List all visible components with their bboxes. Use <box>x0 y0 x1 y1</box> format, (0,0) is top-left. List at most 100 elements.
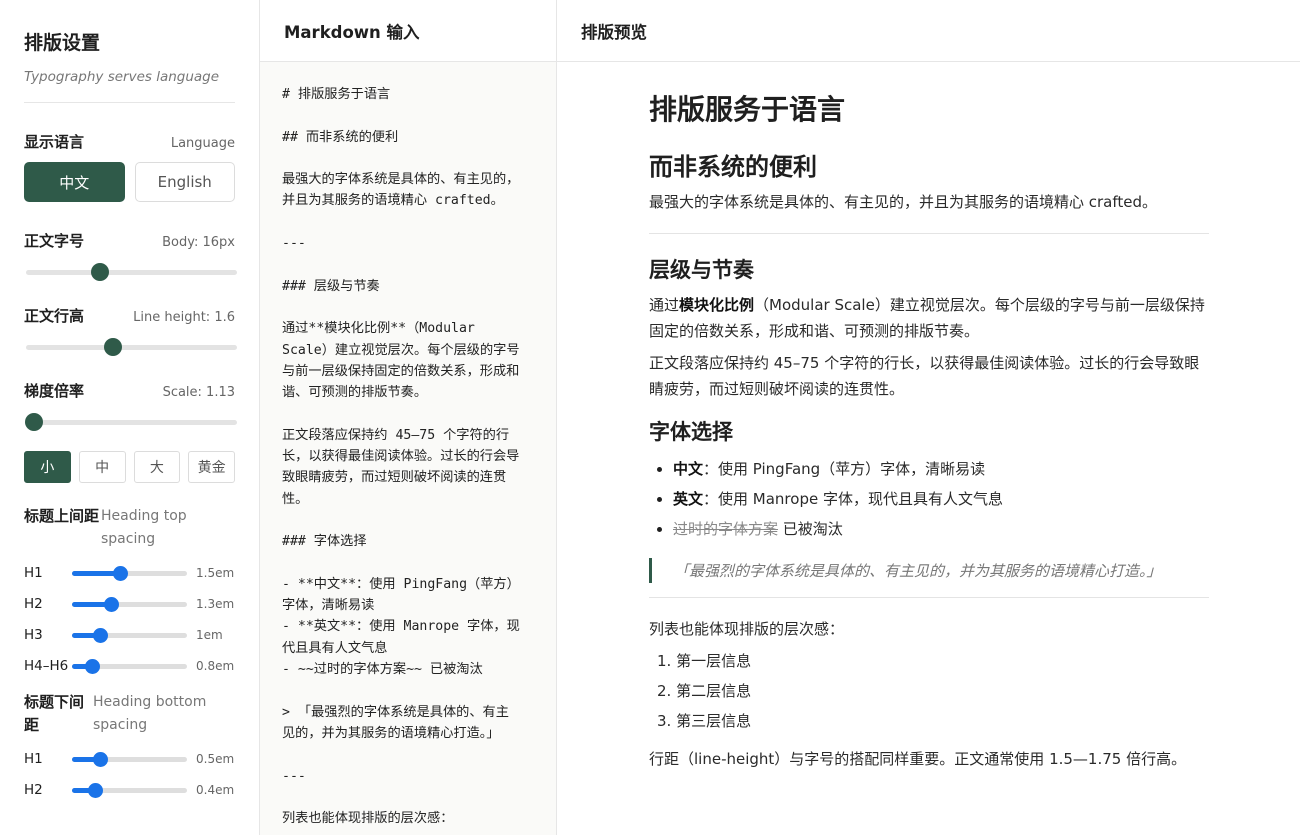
spacing-slider[interactable] <box>72 658 187 674</box>
markdown-line: --- <box>282 768 306 784</box>
body-size-slider[interactable] <box>26 261 237 283</box>
body-size-label: 正文字号 <box>24 232 85 250</box>
markdown-line <box>282 297 536 318</box>
markdown-line: - ~~过时的字体方案~~ 已被淘汰 <box>282 662 483 678</box>
scale-value: Scale: 1.13 <box>162 385 235 400</box>
li-bold: 英文 <box>673 490 704 508</box>
markdown-line: 长，以获得最佳阅读体验。过长的行会导 <box>282 449 520 465</box>
markdown-line: 并且为其服务的语境精心 crafted。 <box>282 193 504 209</box>
markdown-line: ## 而非系统的便利 <box>282 129 399 145</box>
slider-thumb[interactable] <box>92 627 108 643</box>
heading-top-header: 标题上间距 Heading top spacing <box>24 505 235 551</box>
spacing-value: 1em <box>196 627 223 642</box>
sidebar-subtitle: Typography serves language <box>24 69 235 103</box>
markdown-line: > 「最强烈的字体系统是具体的、有主 <box>282 704 509 720</box>
slider-thumb[interactable] <box>25 413 44 431</box>
spacing-tag: H3 <box>24 626 43 643</box>
spacing-slider[interactable] <box>72 627 187 643</box>
language-label-en: Language <box>170 136 235 151</box>
slider-track <box>26 420 237 425</box>
markdown-line: 谐、可预测的排版节奏。 <box>282 385 428 401</box>
spacing-row: H4–H6 0.8em <box>24 650 235 681</box>
ordered-item: 1. 第一层信息 <box>657 652 752 670</box>
scale-row: 梯度倍率 Scale: 1.13 <box>24 380 235 401</box>
slider-thumb[interactable] <box>113 565 129 581</box>
scale-large-button[interactable]: 大 <box>133 451 181 483</box>
scale-slider[interactable] <box>25 411 237 433</box>
line-height-label: 正文行高 <box>24 307 85 325</box>
spacing-value: 1.5em <box>196 565 235 580</box>
spacing-row: H1 1.5em <box>24 557 235 588</box>
slider-thumb[interactable] <box>84 658 100 674</box>
heading-bottom-label: 标题下间距 <box>24 693 85 734</box>
preview-paragraph-1: 最强大的字体系统是具体的、有主见的，并且为其服务的语境精心 crafted。 <box>649 193 1158 211</box>
spacing-slider[interactable] <box>72 782 187 798</box>
scale-golden-button[interactable]: 黄金 <box>188 451 235 483</box>
spacing-slider[interactable] <box>72 751 187 767</box>
list-item: 中文：使用 PingFang（苹方）字体，清晰易读 <box>657 454 1209 484</box>
spacing-slider[interactable] <box>72 596 187 612</box>
markdown-line <box>282 510 536 531</box>
heading-top-label: 标题上间距 <box>24 507 100 525</box>
heading-top-label-en: Heading top spacing <box>101 508 187 547</box>
slider-track <box>26 270 237 275</box>
markdown-editor-panel: Markdown 输入 # 排版服务于语言 ## 而非系统的便利 最强大的字体系统是… <box>260 0 557 835</box>
spacing-slider[interactable] <box>72 565 187 581</box>
scale-small-button[interactable]: 小 <box>24 451 71 483</box>
scale-presets: 小 中 大 黄金 <box>24 451 235 483</box>
li-text: 已被淘汰 <box>778 520 843 538</box>
markdown-input[interactable]: # 排版服务于语言 ## 而非系统的便利 最强大的字体系统是具体的、有主见的， 并且为… <box>260 62 556 829</box>
markdown-line: ### 层级与节奏 <box>282 278 380 294</box>
markdown-line: 与前一层级保持固定的倍数关系，形成和 <box>282 363 520 379</box>
slider-track <box>26 345 237 350</box>
preview-divider <box>649 233 1209 234</box>
spacing-tag: H1 <box>24 750 43 767</box>
slider-thumb[interactable] <box>92 751 108 767</box>
markdown-line <box>282 553 536 574</box>
markdown-line: 致眼睛疲劳，而过短则破坏阅读的连贯 <box>282 470 507 486</box>
language-en-button[interactable]: English <box>134 162 235 202</box>
markdown-line <box>282 680 536 701</box>
spacing-value: 0.4em <box>196 782 235 797</box>
editor-title: Markdown 输入 <box>260 0 556 62</box>
preview-paragraph-3: 正文段落应保持约 45–75 个字符的行长，以获得最佳阅读体验。过长的行会导致眼… <box>649 354 1200 398</box>
language-label: 显示语言 <box>24 133 85 151</box>
markdown-line: 正文段落应保持约 45–75 个字符的行 <box>282 427 510 443</box>
slider-thumb[interactable] <box>103 338 122 356</box>
language-zh-button[interactable]: 中文 <box>24 162 125 202</box>
preview-ordered-list: 1. 第一层信息 2. 第二层信息 3. 第三层信息 <box>657 646 1209 736</box>
line-height-value: Line height: 1.6 <box>133 310 235 325</box>
preview-h2: 而非系统的便利 <box>649 153 817 181</box>
spacing-tag: H4–H6 <box>24 657 69 674</box>
preview-content: 排版服务于语言 而非系统的便利 最强大的字体系统是具体的、有主见的，并且为其服务… <box>557 62 1209 772</box>
spacing-tag: H2 <box>24 781 43 798</box>
markdown-line <box>282 148 536 169</box>
spacing-row: H2 1.3em <box>24 588 235 619</box>
scale-medium-button[interactable]: 中 <box>78 451 126 483</box>
app-root: 排版设置 Typography serves language 显示语言 Lan… <box>0 0 1300 835</box>
spacing-row: H2 0.4em <box>24 774 235 805</box>
spacing-tag: H1 <box>24 564 43 581</box>
line-height-row: 正文行高 Line height: 1.6 <box>24 305 235 326</box>
slider-thumb[interactable] <box>88 782 103 798</box>
slider-thumb[interactable] <box>90 263 109 281</box>
heading-bottom-header: 标题下间距 Heading bottom spacing <box>24 691 235 737</box>
markdown-line: ### 字体选择 <box>282 534 367 550</box>
preview-blockquote: 「最强烈的字体系统是具体的、有主见的，并为其服务的语境精心打造。」 <box>649 558 1209 583</box>
preview-paragraph-4: 列表也能体现排版的层次感： <box>649 620 845 638</box>
li-text: ：使用 Manrope 字体，现代且具有人文气息 <box>703 490 1003 508</box>
list-item: 英文：使用 Manrope 字体，现代且具有人文气息 <box>657 484 1209 514</box>
markdown-line: 通过**模块化比例**（Modular <box>282 321 475 337</box>
p2-text: 通过 <box>649 296 680 314</box>
markdown-line: --- <box>282 236 306 252</box>
line-height-slider[interactable] <box>26 336 237 358</box>
preview-paragraph-2: 通过模块化比例（Modular Scale）建立视觉层次。每个层级的字号与前一层… <box>649 292 1209 344</box>
language-toggle: 中文 English <box>24 162 235 202</box>
spacing-value: 0.8em <box>196 658 235 673</box>
heading-bottom-label-en: Heading bottom spacing <box>93 694 207 733</box>
markdown-line <box>282 403 536 424</box>
spacing-tag: H2 <box>24 595 43 612</box>
markdown-line <box>282 105 536 126</box>
markdown-line <box>282 254 536 275</box>
slider-thumb[interactable] <box>104 596 120 612</box>
